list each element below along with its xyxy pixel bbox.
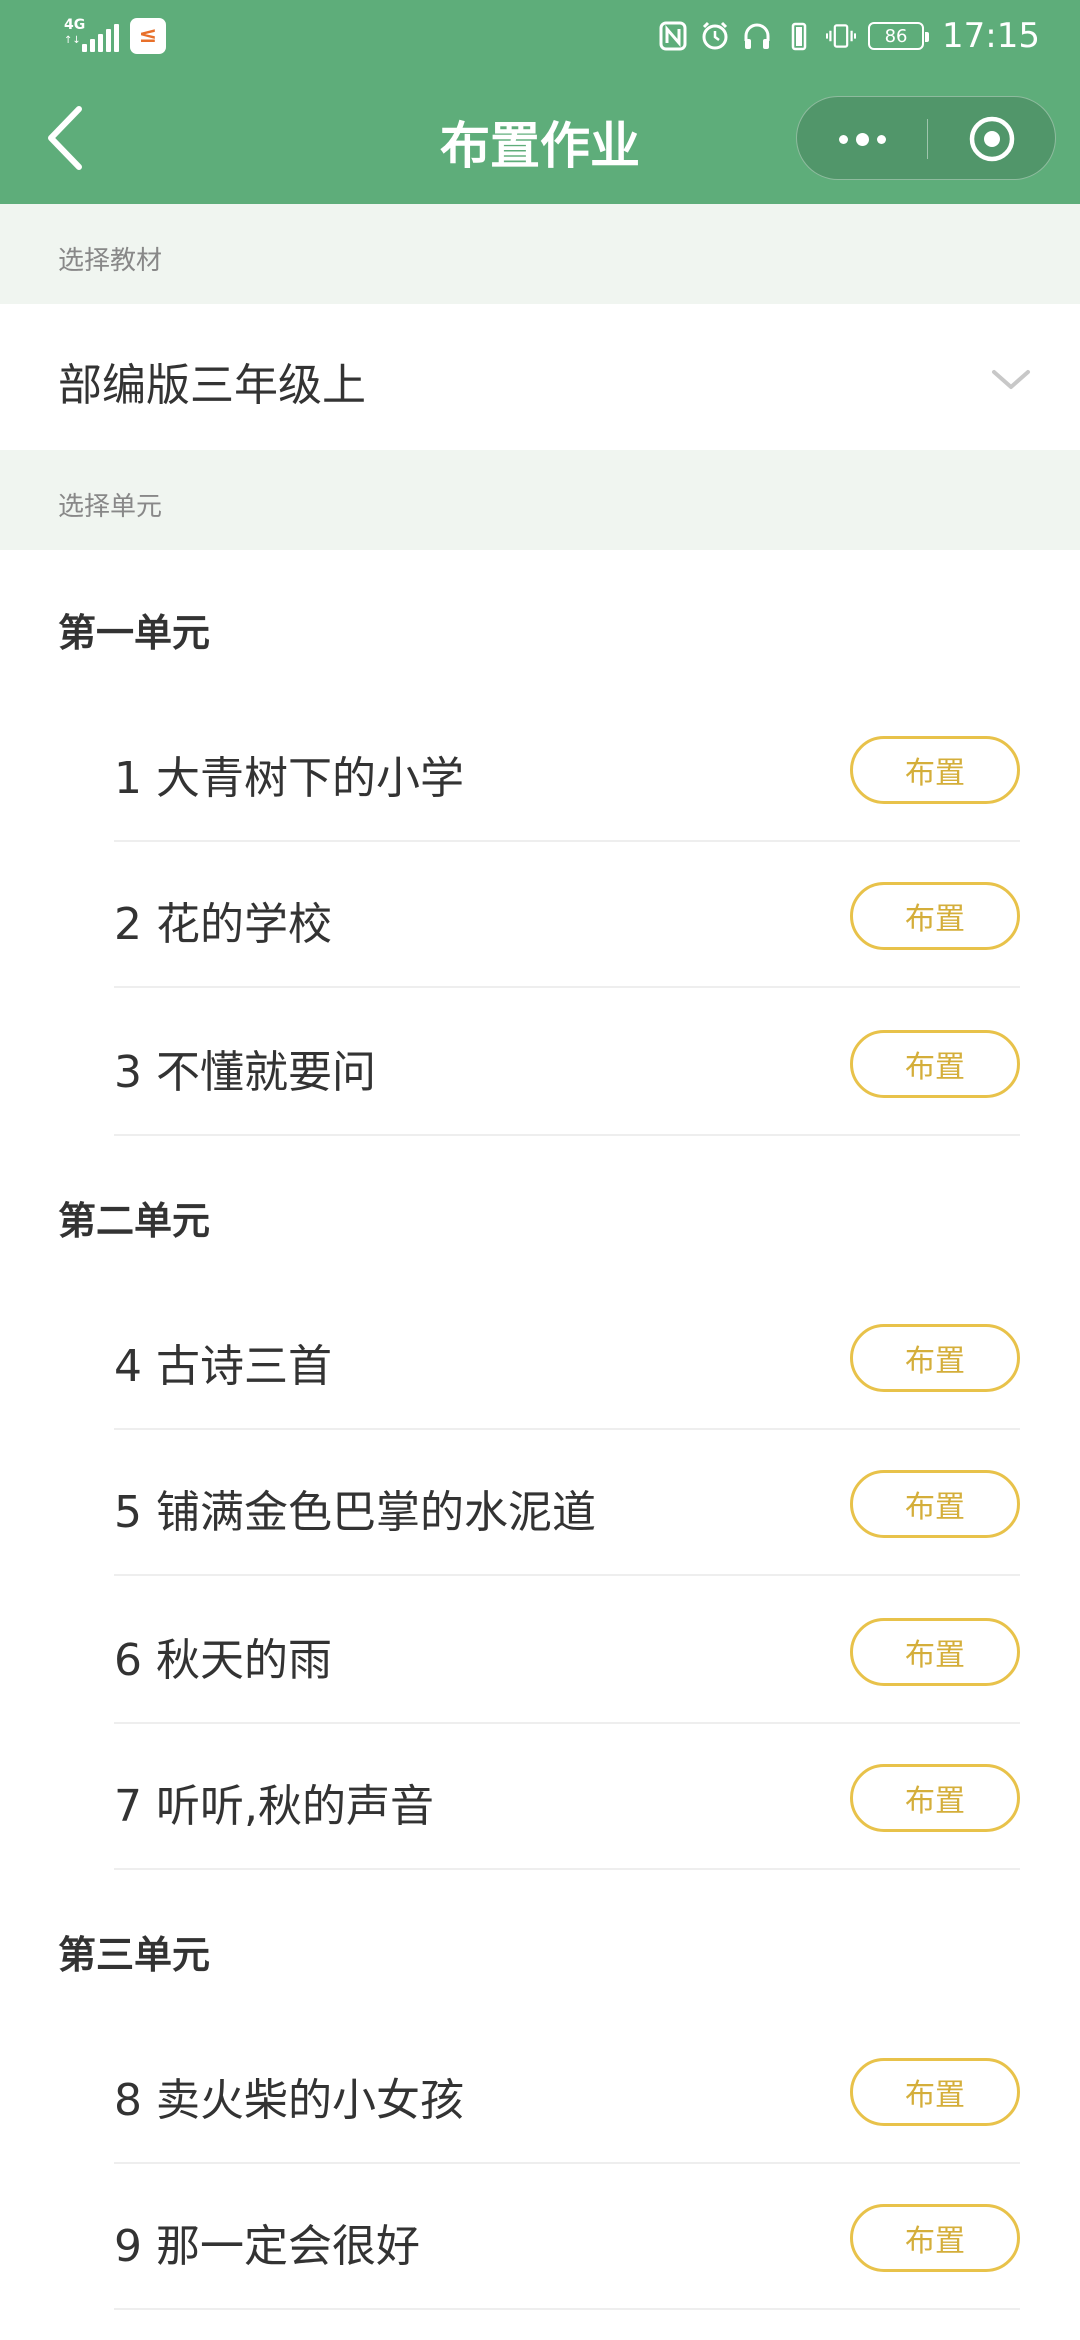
list-item: 2 花的学校 布置	[114, 842, 1020, 988]
lesson-label: 4 古诗三首	[114, 1341, 332, 1392]
status-time: 17:15	[942, 16, 1040, 56]
list-item: 1 大青树下的小学 布置	[114, 696, 1020, 842]
nfc-icon	[658, 21, 688, 51]
assign-button[interactable]: 布置	[850, 1618, 1020, 1686]
textbook-selected-value: 部编版三年级上	[58, 360, 366, 411]
unit-section-header: 选择单元	[0, 450, 1080, 550]
textbook-section-label: 选择教材	[58, 246, 163, 276]
headphones-icon	[742, 21, 772, 51]
alarm-icon	[700, 21, 730, 51]
textbook-selector[interactable]: 部编版三年级上	[0, 304, 1080, 450]
status-right: 86 17:15	[658, 14, 1040, 58]
status-left: 4G ↑↓ ≤	[64, 18, 166, 54]
lesson-label: 7 听听,秋的声音	[114, 1781, 434, 1832]
list-item: 8 卖火柴的小女孩 布置	[114, 2018, 1020, 2164]
battery-level: 86	[884, 25, 908, 47]
assign-button[interactable]: 布置	[850, 2058, 1020, 2126]
unit-title: 第一单元	[58, 611, 211, 655]
assign-button[interactable]: 布置	[850, 1470, 1020, 1538]
list-item: 4 古诗三首 布置	[114, 1284, 1020, 1430]
lesson-label: 3 不懂就要问	[114, 1047, 376, 1098]
more-dots-icon	[838, 134, 848, 144]
unit-title: 第二单元	[58, 1199, 211, 1243]
unit-section-label: 选择单元	[58, 492, 163, 522]
signal-icon: 4G ↑↓	[64, 18, 119, 54]
lesson-label: 2 花的学校	[114, 899, 332, 950]
assign-button[interactable]: 布置	[850, 1030, 1020, 1098]
title-bar: 布置作业	[0, 72, 1080, 204]
list-item: 5 铺满金色巴掌的水泥道 布置	[114, 1430, 1020, 1576]
unit-title: 第三单元	[58, 1933, 211, 1977]
status-bar: 4G ↑↓ ≤ 86 17:15	[0, 0, 1080, 72]
vibrate-icon	[826, 21, 857, 51]
battery-icon: 86	[868, 22, 930, 50]
lesson-label: 1 大青树下的小学	[114, 753, 464, 804]
chevron-down-icon	[992, 370, 1030, 389]
app-notification-icon: ≤	[130, 18, 166, 54]
close-button[interactable]	[927, 97, 1057, 181]
assign-button[interactable]: 布置	[850, 1764, 1020, 1832]
assign-button[interactable]: 布置	[850, 882, 1020, 950]
assign-button[interactable]: 布置	[850, 1324, 1020, 1392]
lesson-label: 8 卖火柴的小女孩	[114, 2075, 464, 2126]
lesson-label: 5 铺满金色巴掌的水泥道	[114, 1487, 596, 1538]
assign-button[interactable]: 布置	[850, 2204, 1020, 2272]
lesson-label: 9 那一定会很好	[114, 2221, 420, 2272]
list-item: 3 不懂就要问 布置	[114, 990, 1020, 1136]
close-target-icon	[969, 116, 1015, 162]
mini-program-capsule	[796, 96, 1056, 180]
phone-battery-icon	[784, 21, 814, 51]
network-sub: ↑↓	[64, 35, 81, 46]
textbook-section-header: 选择教材	[0, 204, 1080, 304]
assign-button[interactable]: 布置	[850, 736, 1020, 804]
list-item: 7 听听,秋的声音 布置	[114, 1724, 1020, 1870]
list-item: 6 秋天的雨 布置	[114, 1578, 1020, 1724]
list-item: 9 那一定会很好 布置	[114, 2164, 1020, 2310]
signal-bars	[82, 24, 119, 52]
lesson-label: 6 秋天的雨	[114, 1635, 332, 1686]
more-button[interactable]	[797, 97, 927, 181]
